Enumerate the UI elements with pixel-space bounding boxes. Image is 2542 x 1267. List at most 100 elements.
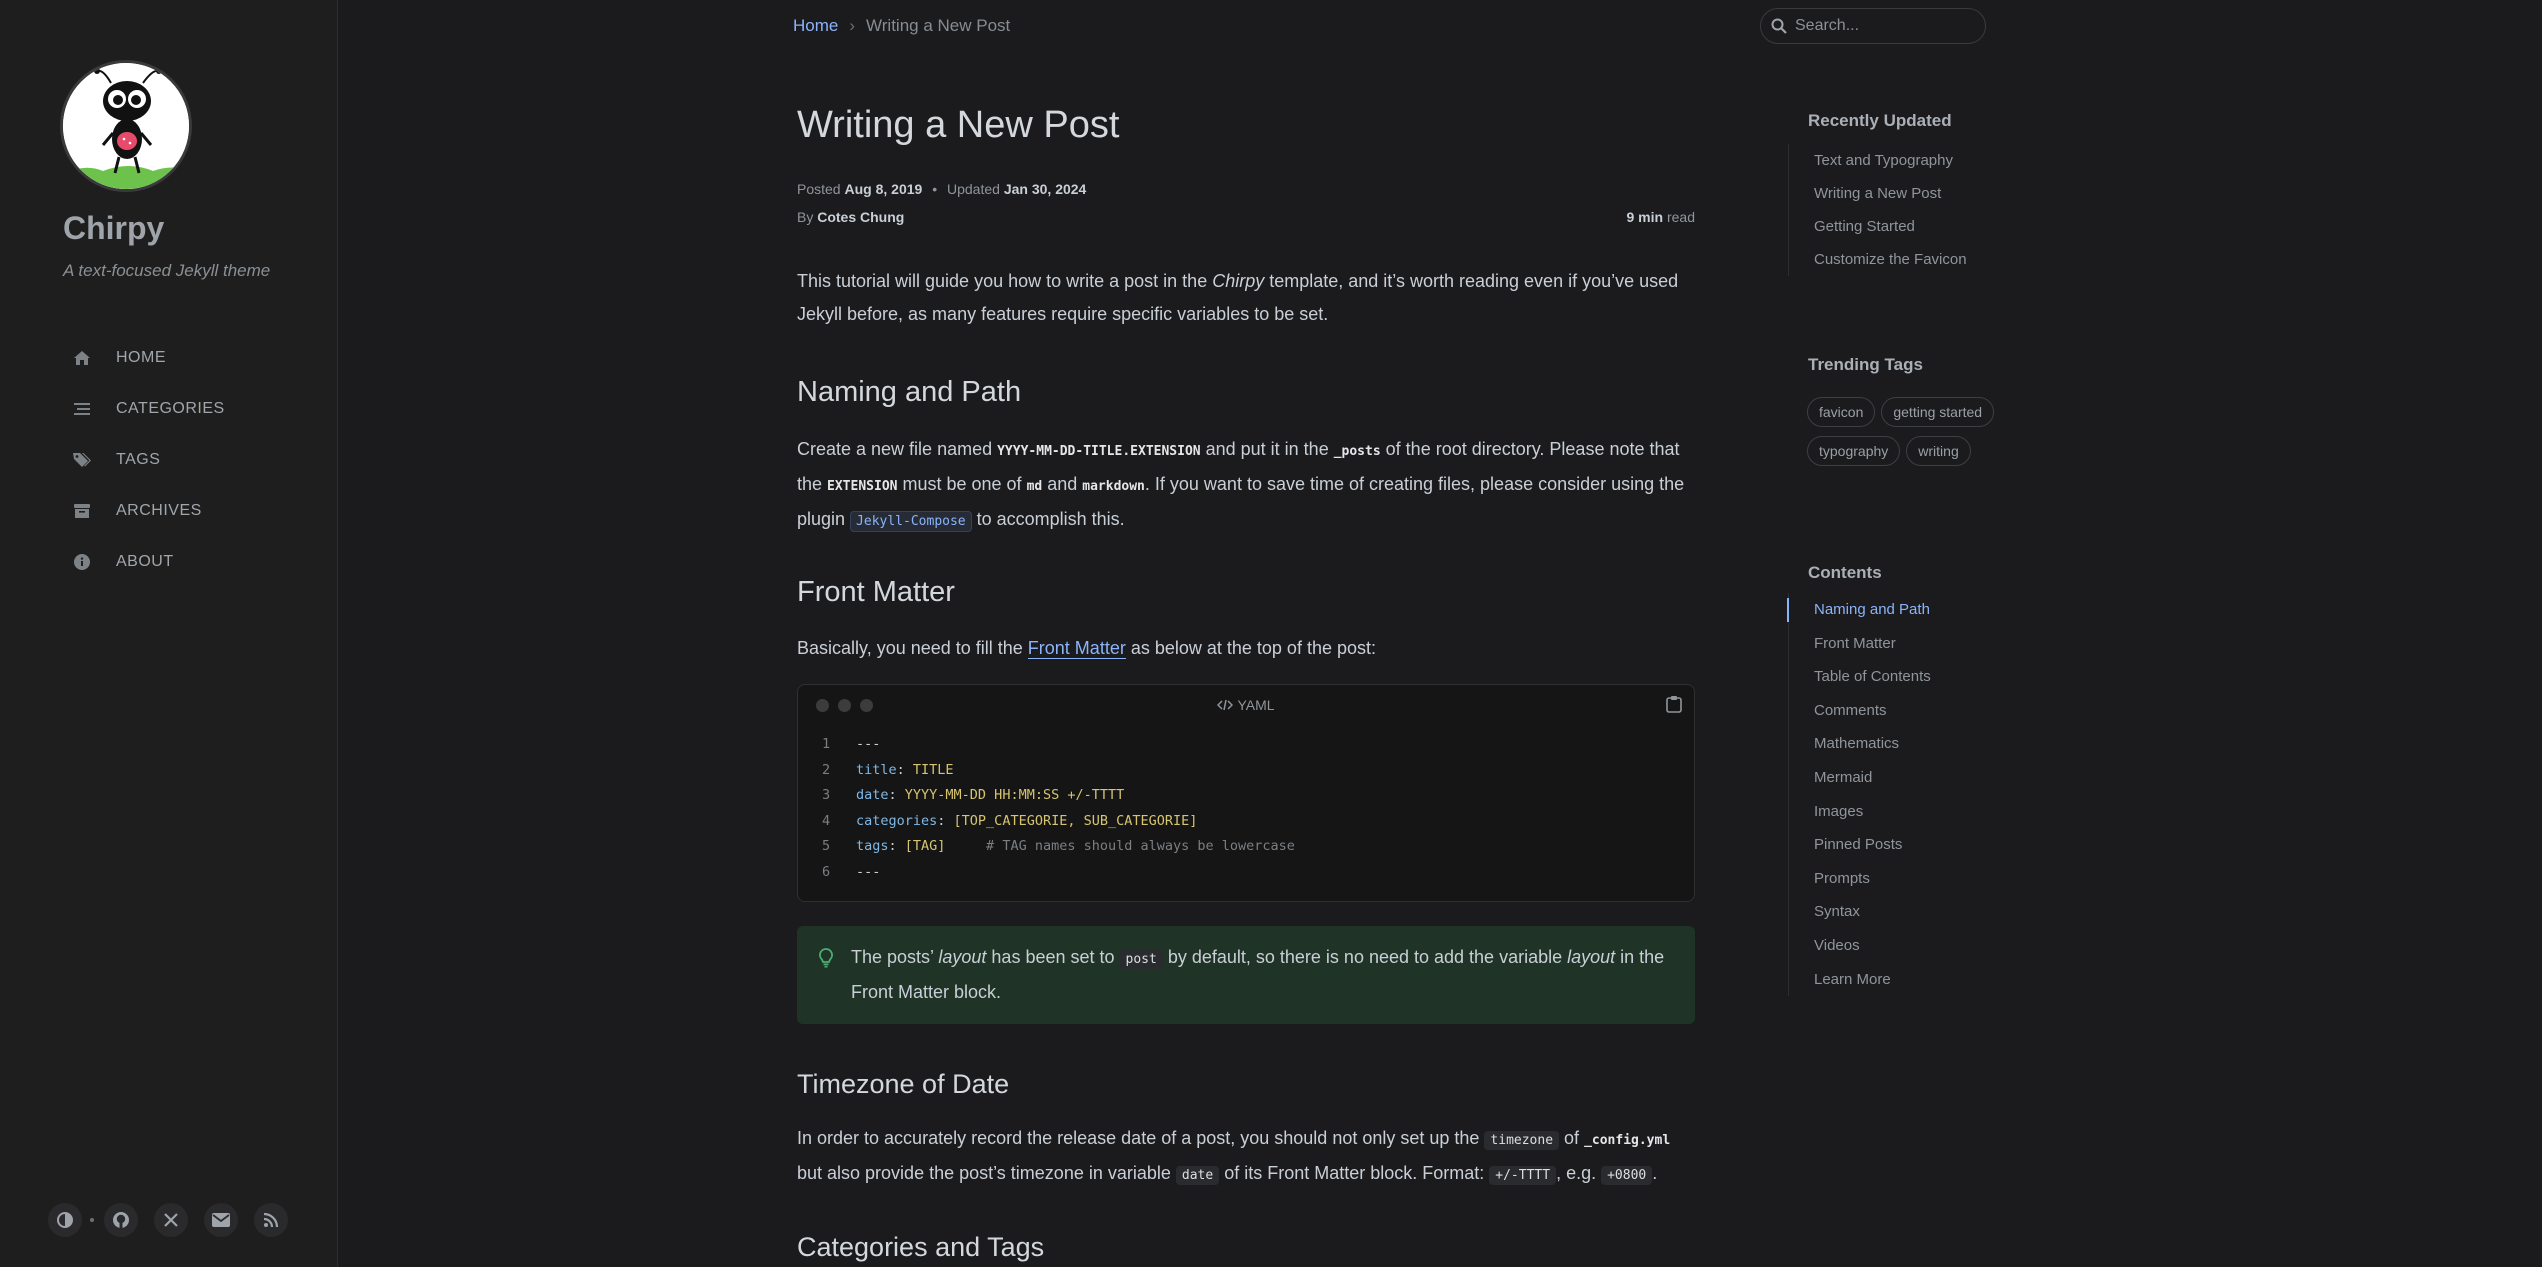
emphasis: layout bbox=[1567, 947, 1616, 967]
inline-code: YYYY-MM-DD-TITLE.EXTENSION bbox=[997, 444, 1201, 459]
toc-item[interactable]: Mathematics bbox=[1814, 727, 1931, 761]
yaml-punctuation: : bbox=[888, 838, 905, 854]
yaml-key: date bbox=[856, 787, 889, 803]
separator-dot bbox=[90, 1218, 94, 1222]
sidebar-bottom-links bbox=[48, 1203, 304, 1237]
author-name[interactable]: Cotes Chung bbox=[817, 209, 904, 225]
tag-chip[interactable]: favicon bbox=[1807, 397, 1876, 427]
x-link[interactable] bbox=[154, 1203, 188, 1237]
code-line: 6 --- bbox=[822, 860, 1295, 886]
email-icon bbox=[212, 1213, 230, 1227]
read-time: 9 min read bbox=[1627, 209, 1696, 225]
tip-text: The posts’ layout has been set to post b… bbox=[851, 941, 1671, 1009]
sidebar-item-home[interactable]: HOME bbox=[60, 332, 310, 383]
toc-item[interactable]: Comments bbox=[1814, 694, 1931, 728]
breadcrumb-home-link[interactable]: Home bbox=[793, 16, 838, 36]
inline-code: _config.yml bbox=[1584, 1133, 1671, 1148]
avatar[interactable] bbox=[60, 60, 192, 192]
sidebar-item-tags[interactable]: TAGS bbox=[60, 434, 310, 485]
text: of its Front Matter block. Format: bbox=[1219, 1163, 1490, 1183]
text: of bbox=[1559, 1128, 1585, 1148]
yaml-key: categories bbox=[856, 812, 938, 829]
front-matter-link[interactable]: Front Matter bbox=[1027, 638, 1126, 659]
code-line: 1 --- bbox=[822, 732, 1295, 758]
code-line: 5 tags: [TAG] # TAG names should always b… bbox=[822, 834, 1295, 860]
toc-item[interactable]: Front Matter bbox=[1814, 627, 1931, 661]
rss-link[interactable] bbox=[254, 1203, 288, 1237]
yaml-value: TITLE bbox=[912, 761, 954, 778]
text: . bbox=[1652, 1163, 1658, 1183]
toc-item[interactable]: Pinned Posts bbox=[1814, 828, 1931, 862]
code-block-header: YAML bbox=[798, 685, 1694, 725]
code-line: 4 categories: [TOP_CATEGORIE, SUB_CATEGOR… bbox=[822, 809, 1295, 835]
toc-item[interactable]: Naming and Path bbox=[1814, 593, 1931, 627]
lightbulb-icon bbox=[819, 948, 833, 973]
jekyll-compose-link[interactable]: Jekyll-Compose bbox=[850, 511, 972, 532]
code-line: 3 date: YYYY-MM-DD HH:MM:SS +/-TTTT bbox=[822, 783, 1295, 809]
sidebar-item-categories[interactable]: CATEGORIES bbox=[60, 383, 310, 434]
toc-item[interactable]: Prompts bbox=[1814, 862, 1931, 896]
email-link[interactable] bbox=[204, 1203, 238, 1237]
toc-item[interactable]: Images bbox=[1814, 795, 1931, 829]
recent-post-link[interactable]: Text and Typography bbox=[1814, 144, 1967, 177]
copy-code-button[interactable] bbox=[1666, 695, 1682, 718]
sidebar: Chirpy A text-focused Jekyll theme HOME … bbox=[0, 0, 338, 1267]
sidebar-item-about[interactable]: ABOUT bbox=[60, 536, 310, 587]
toc-active-indicator bbox=[1787, 598, 1789, 622]
inline-code: +/-TTTT bbox=[1489, 1166, 1557, 1185]
tag-chip[interactable]: typography bbox=[1807, 436, 1901, 466]
recent-post-link[interactable]: Getting Started bbox=[1814, 210, 1967, 243]
inline-code: EXTENSION bbox=[827, 479, 898, 494]
inline-code: markdown bbox=[1082, 479, 1145, 494]
line-number: 1 bbox=[822, 736, 831, 752]
inline-code: _posts bbox=[1333, 444, 1381, 459]
heading-timezone-of-date: Timezone of Date bbox=[797, 1069, 1010, 1099]
rss-icon bbox=[263, 1212, 279, 1228]
toc-item[interactable]: Videos bbox=[1814, 929, 1931, 963]
tip-prompt: The posts’ layout has been set to post b… bbox=[797, 926, 1695, 1024]
site-title[interactable]: Chirpy bbox=[63, 210, 164, 247]
sidebar-item-label: CATEGORIES bbox=[116, 399, 225, 417]
text: must be one of bbox=[897, 474, 1027, 494]
heading-front-matter: Front Matter bbox=[797, 576, 955, 608]
recent-post-link[interactable]: Writing a New Post bbox=[1814, 177, 1967, 210]
toc-item[interactable]: Mermaid bbox=[1814, 761, 1931, 795]
search-box[interactable] bbox=[1760, 8, 1986, 44]
code-language: YAML bbox=[1237, 697, 1275, 713]
posted-label: Posted bbox=[797, 181, 841, 197]
breadcrumb-current: Writing a New Post bbox=[866, 16, 1011, 35]
inline-code: timezone bbox=[1484, 1131, 1560, 1150]
tag-chip[interactable]: writing bbox=[1906, 436, 1971, 466]
clipboard-icon bbox=[1666, 696, 1682, 713]
text: by default, so there is no need to add t… bbox=[1162, 947, 1568, 967]
recently-updated-title: Recently Updated bbox=[1808, 111, 1952, 130]
text: to accomplish this. bbox=[971, 509, 1125, 529]
yaml-value: [TOP_CATEGORIE, SUB_CATEGORIE] bbox=[953, 812, 1198, 829]
recent-post-link[interactable]: Customize the Favicon bbox=[1814, 243, 1967, 276]
line-number: 2 bbox=[822, 761, 831, 778]
toc-item[interactable]: Learn More bbox=[1814, 963, 1931, 997]
code-lines: 1 --- 2 title: TITLE 3 date: YYYY-MM-DD HH:MM… bbox=[822, 732, 1295, 885]
yaml-value: [TAG] bbox=[904, 838, 946, 854]
github-link[interactable] bbox=[104, 1203, 138, 1237]
sidebar-item-label: ABOUT bbox=[116, 552, 174, 570]
sidebar-item-label: ARCHIVES bbox=[116, 501, 202, 519]
read-time-value: 9 min bbox=[1626, 209, 1664, 225]
meta-separator: • bbox=[932, 181, 938, 197]
yaml-punctuation: : bbox=[937, 812, 954, 829]
text: , e.g. bbox=[1556, 1163, 1602, 1183]
inline-code: +0800 bbox=[1601, 1166, 1653, 1185]
text: Basically, you need to fill the bbox=[797, 638, 1028, 658]
toc-item[interactable]: Table of Contents bbox=[1814, 660, 1931, 694]
toc-item[interactable]: Syntax bbox=[1814, 895, 1931, 929]
theme-toggle-button[interactable] bbox=[48, 1203, 82, 1237]
post-dates: Posted Aug 8, 2019 • Updated Jan 30, 202… bbox=[797, 181, 1086, 197]
line-number: 6 bbox=[822, 863, 831, 880]
search-input[interactable] bbox=[1795, 17, 1975, 35]
front-matter-paragraph: Basically, you need to fill the Front Ma… bbox=[797, 632, 1695, 665]
read-label: read bbox=[1666, 209, 1695, 225]
sidebar-item-archives[interactable]: ARCHIVES bbox=[60, 485, 310, 536]
tags-icon bbox=[64, 452, 100, 468]
text: has been set to bbox=[986, 947, 1120, 967]
tag-chip[interactable]: getting started bbox=[1881, 397, 1995, 427]
